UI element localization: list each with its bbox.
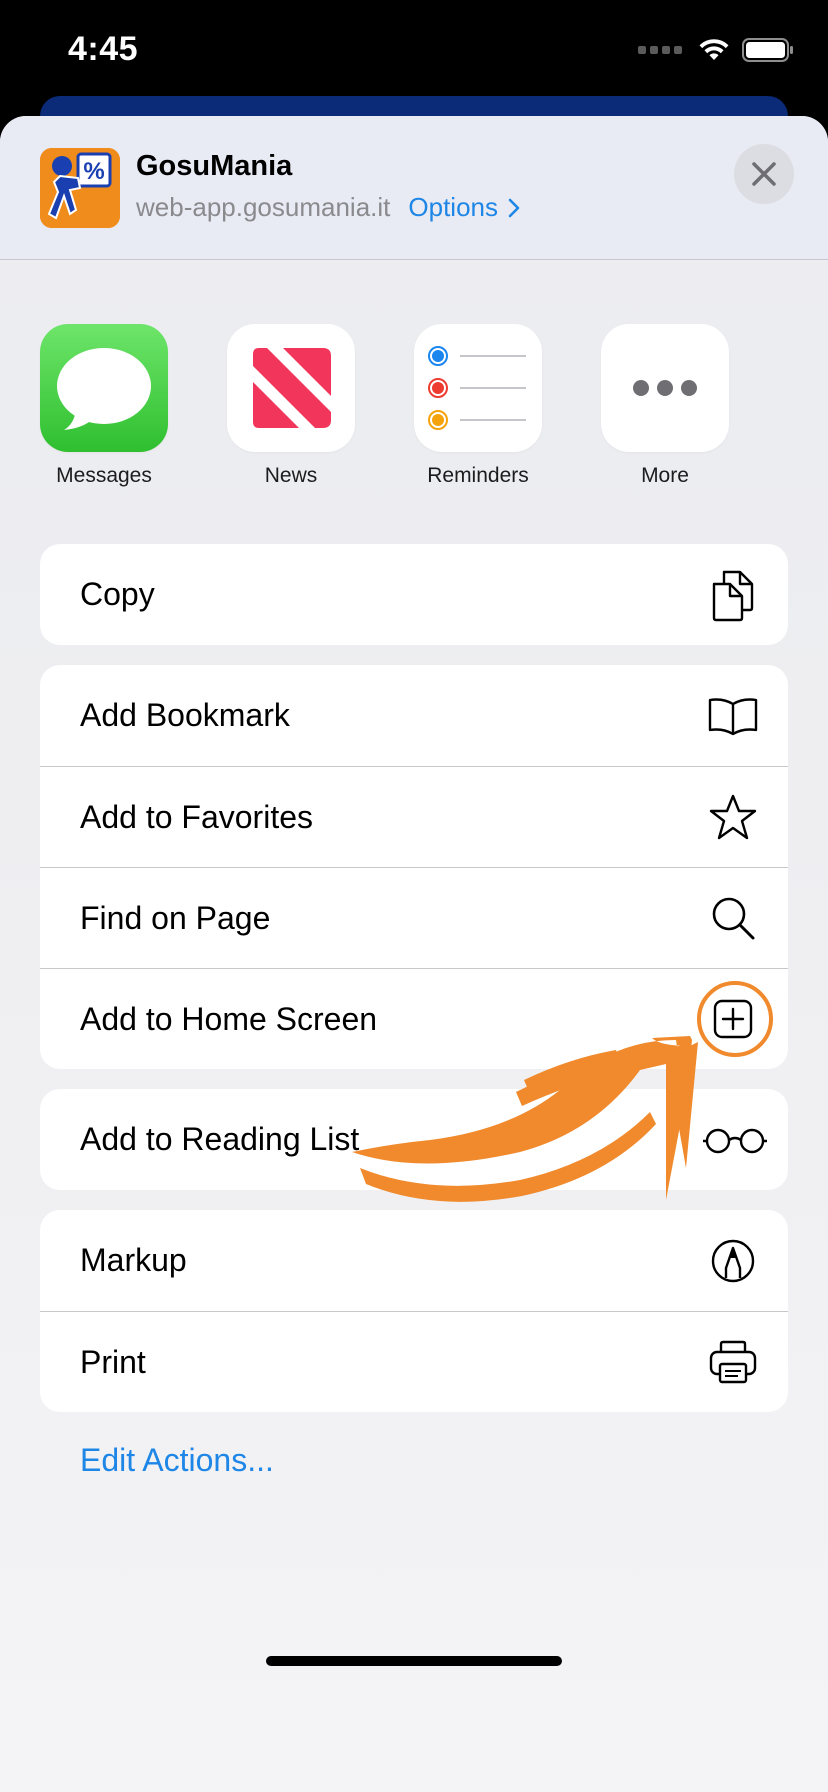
action-add-bookmark[interactable]: Add Bookmark [40,665,788,766]
status-time: 4:45 [68,30,139,68]
markup-icon [706,1234,760,1288]
action-copy[interactable]: Copy [40,544,788,645]
action-print[interactable]: Print [40,1311,788,1412]
reminders-icon [414,324,542,452]
cellular-signal-icon [638,46,682,54]
messages-icon [40,324,168,452]
plus-square-icon [706,992,760,1046]
action-label: Find on Page [80,899,271,936]
action-label: Markup [80,1242,187,1278]
app-label: Reminders [427,464,529,487]
status-bar: 4:45 [0,0,828,100]
action-group-reading-list: Add to Reading List [40,1089,788,1190]
share-app-news[interactable]: News [227,324,355,488]
status-indicators [638,38,794,62]
close-button[interactable] [734,144,794,204]
app-label: News [264,464,318,487]
action-label: Add to Reading List [80,1121,360,1157]
action-add-to-reading-list[interactable]: Add to Reading List [40,1089,788,1190]
action-group-copy: Copy [40,544,788,645]
copy-icon [706,568,760,622]
glasses-icon [700,1113,770,1167]
action-find-on-page[interactable]: Find on Page [40,867,788,968]
action-label: Add to Favorites [80,798,313,835]
share-app-more[interactable]: More [601,324,729,488]
options-link[interactable]: Options [408,192,520,223]
action-label: Print [80,1343,146,1380]
close-icon [752,162,776,186]
svg-text:%: % [83,158,104,185]
action-label: Add to Home Screen [80,1000,378,1037]
wifi-icon [699,39,729,60]
site-title: GosuMania [136,150,293,182]
action-label: Copy [80,576,155,612]
app-label: Messages [56,464,152,487]
action-add-to-favorites[interactable]: Add to Favorites [40,766,788,867]
edit-actions-link[interactable]: Edit Actions... [80,1442,274,1479]
battery-icon [742,38,793,62]
chevron-right-icon [508,198,520,217]
action-markup[interactable]: Markup [40,1210,788,1311]
star-icon [706,790,760,844]
share-sheet: % GosuMania web-app.gosumania.it Options [0,116,828,1792]
options-label: Options [408,192,498,222]
more-icon [601,324,729,452]
home-indicator [266,1656,562,1666]
book-icon [706,689,760,743]
action-add-to-home-screen[interactable]: Add to Home Screen [40,968,788,1069]
news-icon [227,324,355,452]
action-group-page: Add Bookmark Add to Favorites Find on Pa… [40,665,788,1069]
action-label: Add Bookmark [80,697,290,733]
site-url: web-app.gosumania.it [136,192,391,222]
printer-icon [706,1335,760,1389]
site-subtitle: web-app.gosumania.it Options [136,192,520,223]
search-icon [706,891,760,945]
site-icon: % [40,148,120,228]
share-app-messages[interactable]: Messages [40,324,168,488]
share-app-reminders[interactable]: Reminders [414,324,542,488]
action-group-markup-print: Markup Print [40,1210,788,1412]
sheet-header: % GosuMania web-app.gosumania.it Options [0,116,828,260]
app-label: More [641,464,689,487]
share-apps-row: Messages News Reminders More [0,324,828,524]
